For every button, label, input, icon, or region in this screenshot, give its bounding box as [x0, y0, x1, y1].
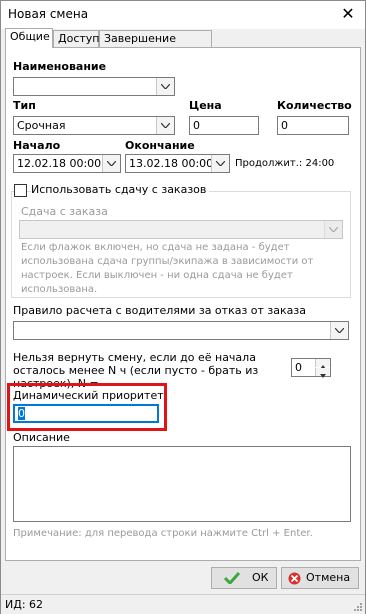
- title-bar: Новая смена ✕: [1, 1, 365, 29]
- description-label: Описание: [13, 431, 70, 444]
- return-limit-spinner[interactable]: 0: [291, 358, 331, 378]
- chevron-down-icon[interactable]: [156, 117, 174, 134]
- driver-rule-combobox[interactable]: [13, 321, 349, 340]
- quantity-input[interactable]: 0: [277, 116, 349, 135]
- priority-label: Динамический приоритет: [13, 389, 164, 402]
- quantity-label: Количество: [277, 99, 352, 112]
- start-value: 12.02.18 00:00: [17, 157, 102, 170]
- cancel-button[interactable]: Отмена: [281, 567, 359, 589]
- spin-up-icon[interactable]: [315, 359, 330, 369]
- chevron-down-icon[interactable]: [211, 155, 229, 172]
- description-textarea[interactable]: [13, 446, 351, 522]
- spin-down-icon[interactable]: [315, 368, 330, 378]
- name-combobox[interactable]: [13, 77, 175, 96]
- type-label: Тип: [13, 99, 36, 112]
- cancel-icon: [288, 572, 301, 585]
- tab-shift-completion[interactable]: Завершение смены: [99, 30, 212, 61]
- record-id: ИД: 62: [5, 598, 44, 611]
- tab-access[interactable]: Доступ: [53, 30, 99, 47]
- tab-access-label: Доступ: [58, 32, 100, 45]
- order-payout-help: Если флажок включен, но сдача не задана …: [21, 242, 314, 295]
- chevron-down-icon[interactable]: [102, 155, 120, 172]
- type-combobox[interactable]: Срочная: [13, 116, 175, 135]
- description-note: Примечание: для перевода строки нажмите …: [13, 528, 313, 539]
- window-title: Новая смена: [8, 7, 89, 21]
- duration-text: Продолжит.: 24:00: [235, 158, 335, 169]
- chevron-down-icon[interactable]: [330, 322, 348, 339]
- order-payout-combobox[interactable]: [19, 220, 343, 239]
- dialog-window: Новая смена ✕ Общие Доступ Завершение см…: [0, 0, 366, 614]
- close-icon[interactable]: ✕: [337, 4, 359, 24]
- end-value: 13.02.18 00:00: [129, 157, 214, 170]
- return-limit-value: 0: [295, 361, 302, 374]
- chevron-down-icon[interactable]: [156, 78, 174, 95]
- cancel-button-label: Отмена: [306, 571, 351, 584]
- tab-general-label: Общие: [10, 30, 50, 43]
- name-label: Наименование: [13, 60, 107, 73]
- status-bar: ИД: 62: [1, 594, 365, 614]
- chevron-down-icon[interactable]: [324, 221, 342, 238]
- start-datetime-picker[interactable]: 12.02.18 00:00: [13, 154, 121, 173]
- price-input[interactable]: 0: [189, 116, 259, 135]
- driver-rule-label: Правило расчета с водителями за отказ от…: [13, 304, 306, 317]
- end-label: Окончание: [125, 139, 195, 152]
- start-label: Начало: [13, 139, 61, 152]
- ok-button-label: ОК: [252, 571, 269, 584]
- checkmark-icon: [224, 572, 240, 584]
- priority-input[interactable]: 0: [13, 404, 159, 423]
- priority-value: 0: [18, 407, 25, 420]
- price-label: Цена: [189, 99, 222, 112]
- tab-general[interactable]: Общие: [5, 28, 53, 48]
- ok-button[interactable]: ОК: [211, 567, 277, 589]
- order-payout-label: Сдача с заказа: [21, 205, 108, 218]
- resize-grip-icon[interactable]: [353, 602, 363, 612]
- end-datetime-picker[interactable]: 13.02.18 00:00: [125, 154, 230, 173]
- use-orders-label: Использовать сдачу с заказов: [31, 183, 210, 196]
- use-orders-checkbox[interactable]: [14, 184, 27, 197]
- type-value: Срочная: [17, 119, 66, 132]
